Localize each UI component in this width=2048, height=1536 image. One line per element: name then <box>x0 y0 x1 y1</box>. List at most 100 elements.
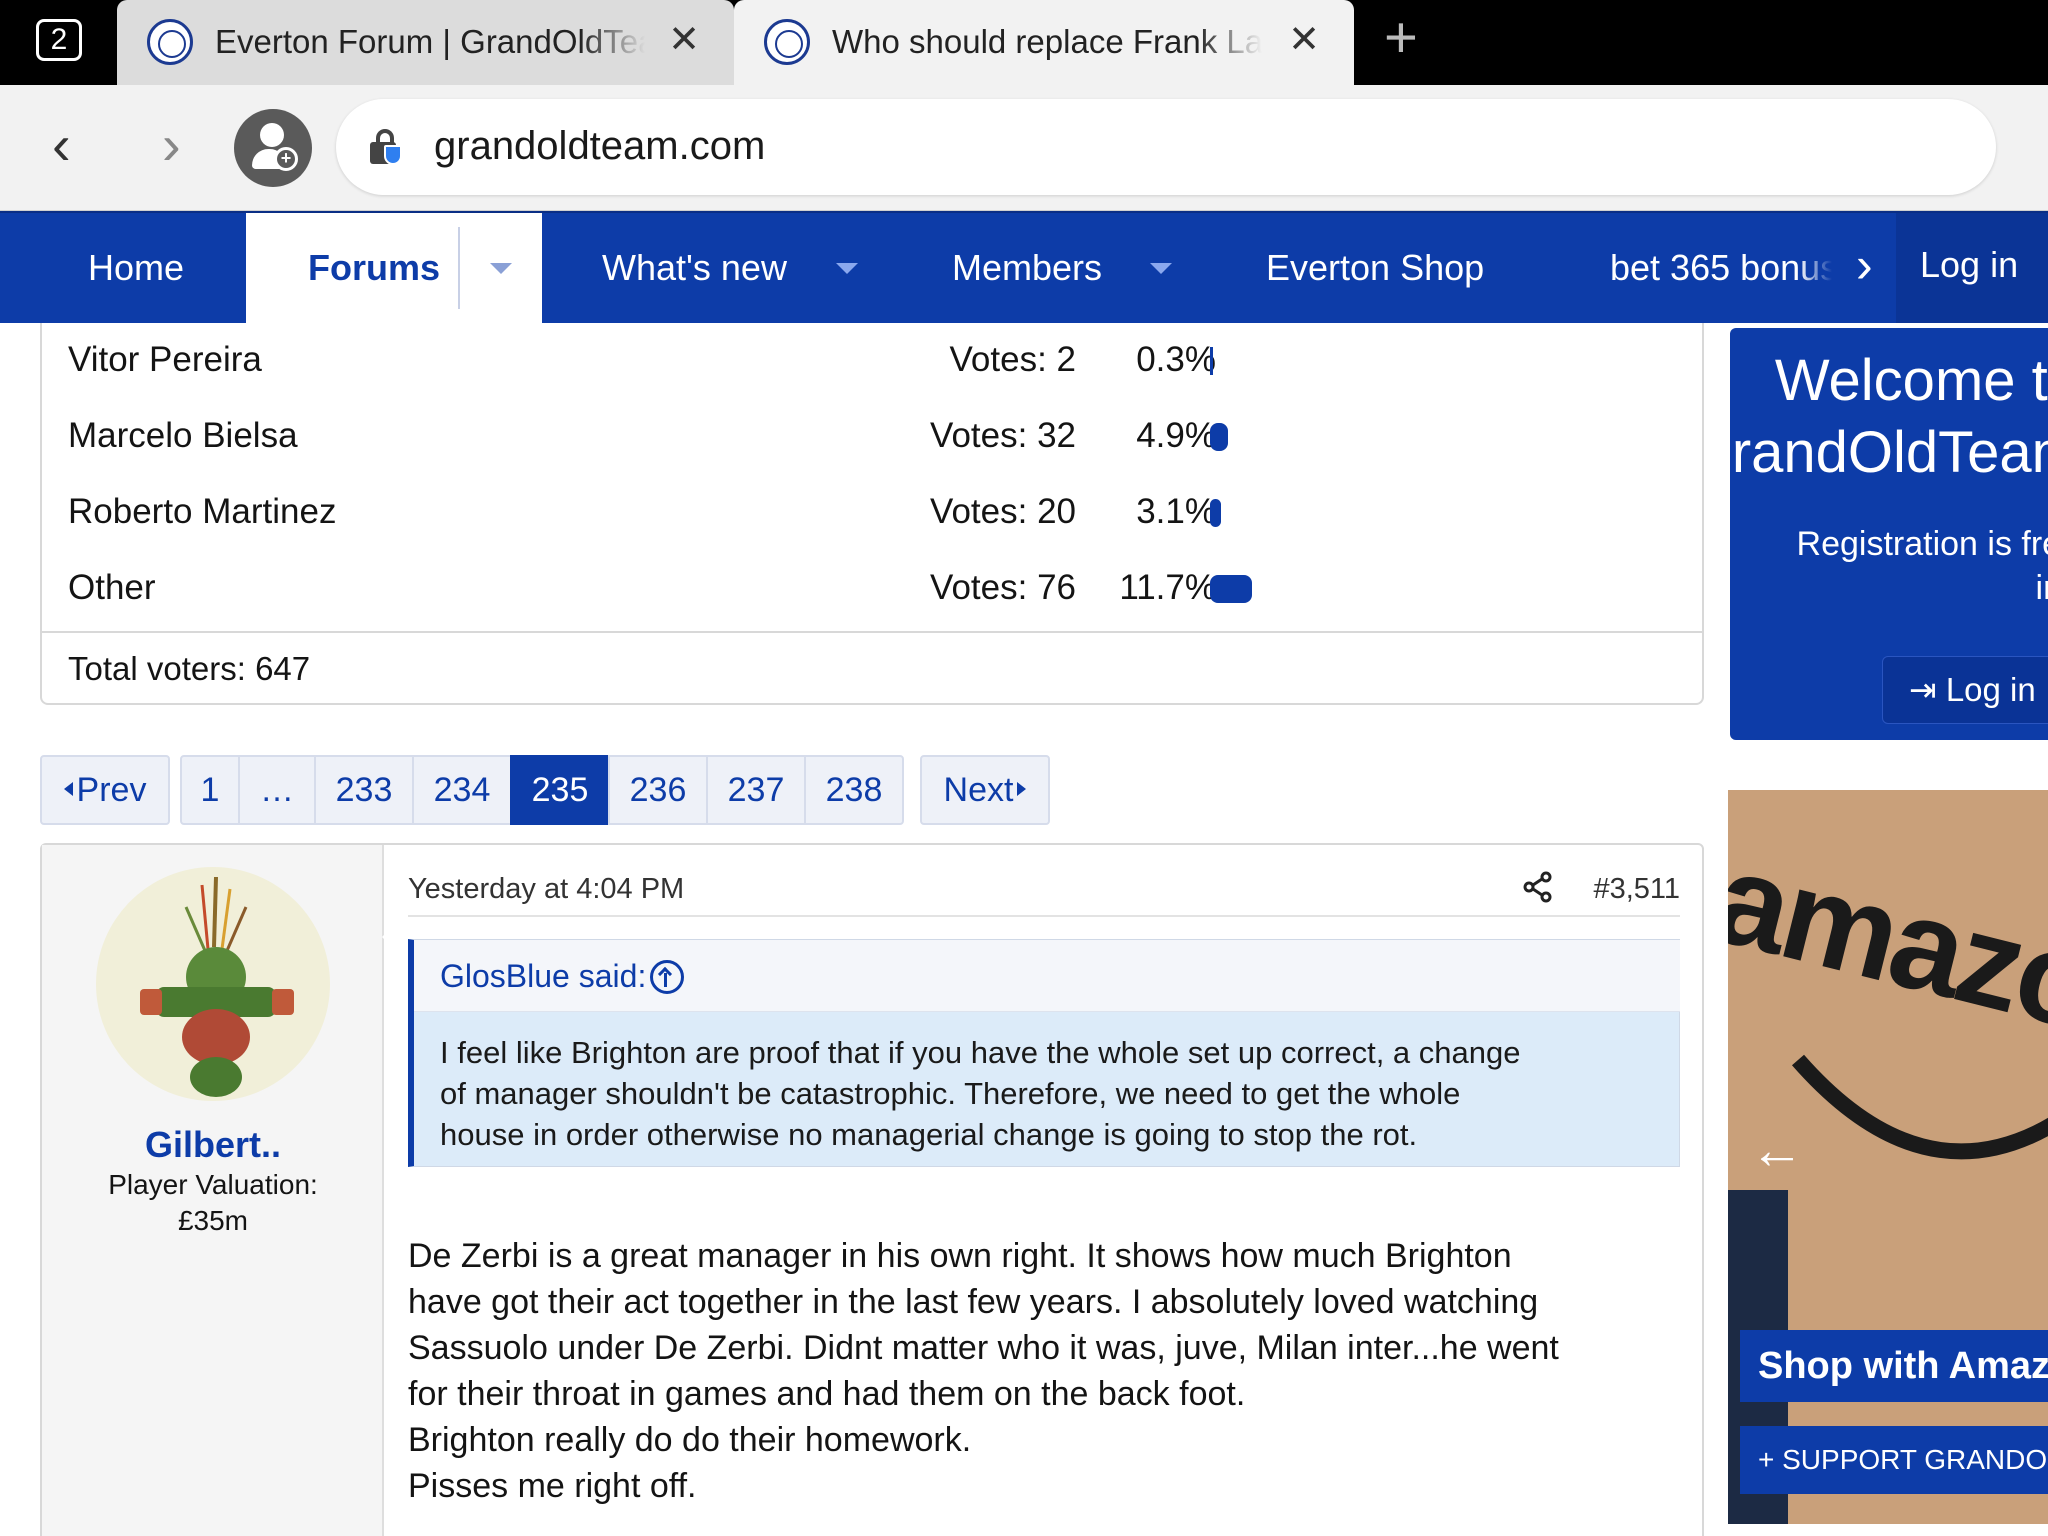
poll-row: Roberto Martinez Votes: 20 3.1% <box>42 475 1702 551</box>
nav-everton-shop[interactable]: Everton Shop <box>1266 213 1484 323</box>
user-title-value: £35m <box>177 1205 249 1236</box>
browser-tab[interactable]: Everton Forum | GrandOldTeam ✕ <box>117 0 734 85</box>
browser-tab-active[interactable]: Who should replace Frank Lampard ✕ <box>734 0 1354 85</box>
page-link[interactable]: 237 <box>706 755 806 825</box>
poll-total: Total voters: 647 <box>42 631 1702 705</box>
post-line: Sassuolo under De Zerbi. Didnt matter wh… <box>408 1329 1559 1367</box>
poll-option-name: Roberto Martinez <box>68 492 337 531</box>
post-line: De Zerbi is a great manager in his own r… <box>408 1237 1512 1275</box>
nav-forums-label: Forums <box>308 247 441 288</box>
page-link[interactable]: 236 <box>608 755 708 825</box>
poll-bar <box>1210 499 1222 527</box>
chevron-right-icon <box>1017 782 1027 797</box>
post-line: have got their act together in the last … <box>408 1283 1539 1321</box>
chevron-down-icon[interactable] <box>490 263 512 274</box>
poll-bar <box>1210 575 1253 603</box>
page-link[interactable]: 234 <box>412 755 512 825</box>
chevron-down-icon[interactable] <box>1150 263 1172 274</box>
post-line: for their throat in games and had them o… <box>408 1375 1246 1413</box>
post-line: Brighton really do do their homework. <box>408 1421 972 1459</box>
poll-total-text: Total voters: 647 <box>68 650 311 687</box>
avatar[interactable] <box>96 867 330 1101</box>
welcome-text: Registration is free <box>1796 525 2048 563</box>
poll-percent: 4.9% <box>1136 416 1216 455</box>
poll-percent: 11.7% <box>1119 568 1216 607</box>
post-date[interactable]: Yesterday at 4:04 PM <box>408 871 684 907</box>
amazon-smile-icon <box>1791 1054 2048 1160</box>
poll-votes[interactable]: Votes: 2 <box>950 339 1076 381</box>
welcome-login-button[interactable]: ⇥ Log in <box>1882 656 2048 724</box>
forward-icon[interactable]: › <box>162 115 181 175</box>
quote-body: I feel like Brighton are proof that if y… <box>440 1032 1660 1155</box>
prev-label: Prev <box>76 771 147 809</box>
nav-login[interactable]: Log in <box>1896 213 2048 323</box>
poll-votes[interactable]: Votes: 32 <box>930 415 1076 457</box>
post-number-link[interactable]: #3,511 <box>1593 871 1680 907</box>
carousel-prev-icon[interactable]: ← <box>1750 1120 1804 1180</box>
next-label: Next <box>943 771 1014 809</box>
quote-line: I feel like Brighton are proof that if y… <box>440 1035 1521 1070</box>
tab-title: Everton Forum | GrandOldTeam <box>215 23 645 60</box>
quote-block: GlosBlue said: I feel like Brighton are … <box>408 939 1680 1167</box>
page-jump[interactable]: … <box>238 755 316 825</box>
close-tab-icon[interactable]: ✕ <box>668 18 700 62</box>
poll-row: Other Votes: 76 11.7% <box>42 551 1702 627</box>
lock-icon[interactable] <box>370 129 402 165</box>
tab-title: Who should replace Frank Lampard <box>832 23 1262 60</box>
browser-toolbar: ‹ › + grandoldteam.com <box>0 85 2048 211</box>
amazon-logo: amazon <box>1728 823 2048 1077</box>
quote-line: of manager shouldn't be catastrophic. Th… <box>440 1076 1461 1111</box>
page-link[interactable]: 238 <box>804 755 904 825</box>
quote-line: house in order otherwise no managerial c… <box>440 1117 1418 1152</box>
page-link[interactable]: 233 <box>314 755 414 825</box>
nav-members[interactable]: Members <box>952 213 1102 323</box>
address-bar[interactable]: grandoldteam.com <box>336 99 1996 195</box>
ad-banner[interactable]: Shop with Amazon <box>1740 1330 2048 1402</box>
quote-author-link[interactable]: GlosBlue said: <box>440 956 646 996</box>
post-user-panel: Gilbert.. Player Valuation: £35m <box>42 845 384 1536</box>
ad-support-button[interactable]: + SUPPORT GRANDOLDTEAM <box>1740 1426 2048 1494</box>
close-tab-icon[interactable]: ✕ <box>1288 18 1320 62</box>
page-link-current[interactable]: 235 <box>510 755 610 825</box>
page-link[interactable]: 1 <box>180 755 240 825</box>
nav-forums[interactable]: Forums <box>246 213 542 323</box>
amazon-ad[interactable]: amazon ← Shop with Amazon + SUPPORT GRAN… <box>1728 790 2048 1524</box>
poll-votes[interactable]: Votes: 76 <box>930 567 1076 609</box>
divider <box>458 227 460 309</box>
browser-tab-strip: 2 Everton Forum | GrandOldTeam ✕ Who sho… <box>0 0 2048 85</box>
new-tab-icon[interactable]: + <box>1384 8 1418 68</box>
post-body: De Zerbi is a great manager in his own r… <box>408 1233 1680 1509</box>
chevron-down-icon[interactable] <box>836 263 858 274</box>
tab-count-button[interactable]: 2 <box>36 19 82 61</box>
post-header: Yesterday at 4:04 PM #3,511 <box>408 865 1680 917</box>
poll-bar <box>1210 423 1228 451</box>
login-icon: ⇥ <box>1909 671 1937 708</box>
nav-home[interactable]: Home <box>88 213 184 323</box>
username-link[interactable]: Gilbert.. <box>42 1123 384 1167</box>
login-label: Log in <box>1945 671 2036 708</box>
next-page-button[interactable]: Next <box>920 755 1050 825</box>
go-to-quote-icon[interactable] <box>650 960 684 994</box>
url-text: grandoldteam.com <box>434 124 766 168</box>
forum-post: Gilbert.. Player Valuation: £35m Yesterd… <box>40 843 1704 1536</box>
chevron-right-icon[interactable]: › <box>1856 237 1873 293</box>
share-icon[interactable] <box>1522 871 1554 903</box>
post-line: Pisses me right off. <box>408 1467 697 1505</box>
nav-whats-new[interactable]: What's new <box>602 213 787 323</box>
avatar-image <box>140 876 294 1097</box>
poll-votes[interactable]: Votes: 20 <box>930 491 1076 533</box>
everton-crest-icon <box>147 19 193 65</box>
profile-icon[interactable]: + <box>234 109 312 187</box>
back-icon[interactable]: ‹ <box>52 115 71 175</box>
prev-page-button[interactable]: Prev <box>40 755 170 825</box>
poll-row: Vitor Pereira Votes: 2 0.3% <box>42 323 1702 399</box>
welcome-title: Welcome to <box>1774 348 2048 413</box>
poll-row: Marcelo Bielsa Votes: 32 4.9% <box>42 399 1702 475</box>
poll-option-name: Vitor Pereira <box>68 340 262 379</box>
everton-crest-icon <box>764 19 810 65</box>
poll-option-name: Other <box>68 568 156 607</box>
poll-bar <box>1210 347 1213 375</box>
nav-bet365[interactable]: bet 365 bonus <box>1610 213 1832 323</box>
site-nav: Home Forums What's new Members Everton S… <box>0 211 2048 323</box>
welcome-block: Welcome to GrandOldTeam Registration is … <box>1730 328 2048 740</box>
